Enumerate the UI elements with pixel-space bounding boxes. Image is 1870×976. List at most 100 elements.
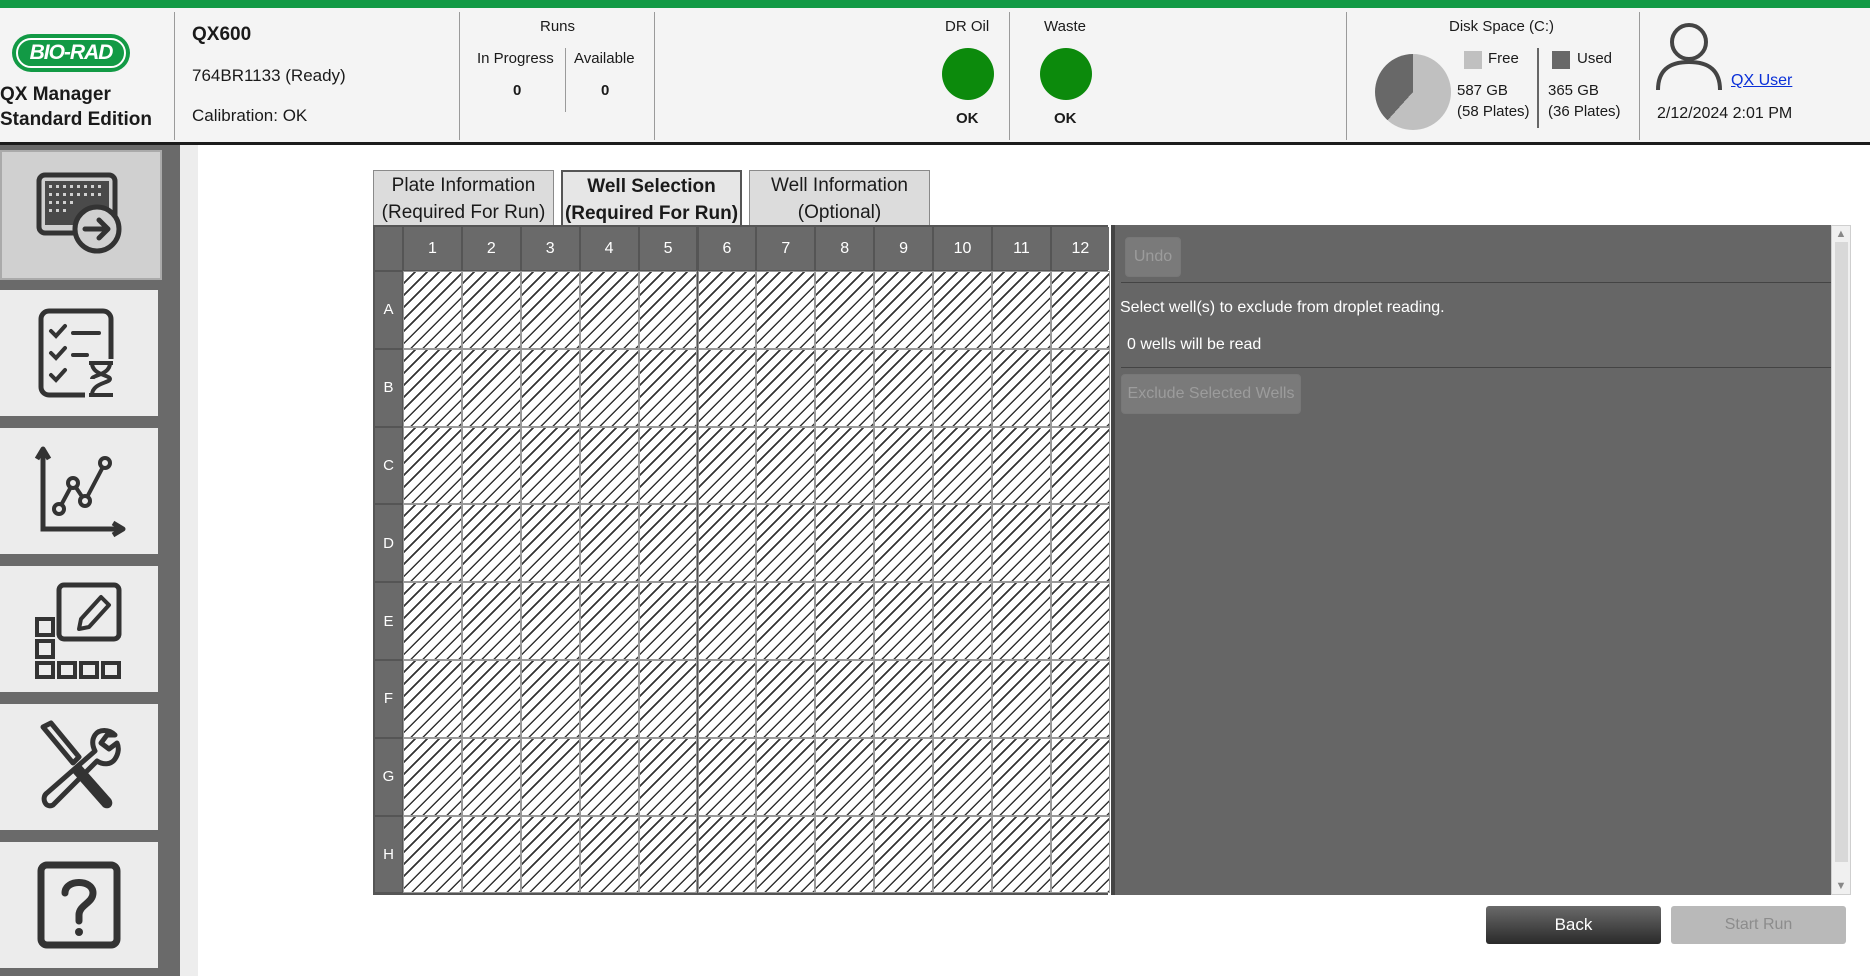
well[interactable] — [1050, 582, 1110, 660]
well[interactable] — [815, 271, 875, 349]
well[interactable] — [579, 348, 639, 427]
column-header[interactable]: 3 — [521, 227, 579, 270]
well[interactable] — [874, 660, 934, 738]
well[interactable] — [638, 582, 698, 660]
user-icon[interactable] — [1654, 20, 1724, 92]
well[interactable] — [815, 348, 875, 427]
well[interactable] — [579, 582, 639, 660]
well[interactable] — [697, 660, 757, 738]
well[interactable] — [520, 348, 580, 427]
well[interactable] — [461, 582, 521, 660]
column-header[interactable]: 6 — [698, 227, 756, 270]
well[interactable] — [933, 660, 992, 738]
well[interactable] — [815, 582, 875, 660]
back-button[interactable]: Back — [1486, 906, 1661, 944]
row-header[interactable]: G — [375, 738, 402, 815]
scroll-down-icon[interactable]: ▼ — [1832, 878, 1850, 894]
row-header[interactable]: A — [375, 272, 402, 348]
well[interactable] — [461, 271, 521, 349]
well[interactable] — [1050, 737, 1110, 816]
well[interactable] — [461, 737, 521, 816]
nav-tools-button[interactable] — [0, 704, 158, 830]
row-header[interactable]: B — [375, 349, 402, 426]
well[interactable] — [579, 815, 639, 894]
well[interactable] — [815, 660, 875, 738]
well[interactable] — [638, 426, 698, 505]
well[interactable] — [461, 348, 521, 427]
row-header[interactable]: D — [375, 505, 402, 582]
nav-analysis-button[interactable] — [0, 428, 158, 554]
user-link[interactable]: QX User — [1731, 72, 1792, 90]
well[interactable] — [933, 582, 992, 660]
well[interactable] — [638, 660, 698, 738]
well[interactable] — [520, 737, 580, 816]
well[interactable] — [756, 660, 816, 738]
well[interactable] — [461, 660, 521, 738]
well[interactable] — [520, 504, 580, 583]
well[interactable] — [403, 504, 462, 583]
well[interactable] — [403, 737, 462, 816]
well[interactable] — [815, 737, 875, 816]
well[interactable] — [520, 426, 580, 505]
tab-well-information[interactable]: Well Information (Optional) — [749, 170, 930, 225]
well[interactable] — [461, 504, 521, 583]
well[interactable] — [992, 737, 1051, 816]
well[interactable] — [874, 426, 934, 505]
well[interactable] — [933, 504, 992, 583]
well[interactable] — [638, 271, 698, 349]
well[interactable] — [756, 271, 816, 349]
undo-button[interactable]: Undo — [1125, 237, 1181, 277]
well[interactable] — [756, 737, 816, 816]
well[interactable] — [697, 271, 757, 349]
well[interactable] — [874, 504, 934, 583]
well[interactable] — [520, 660, 580, 738]
row-header[interactable]: E — [375, 583, 402, 659]
well[interactable] — [815, 426, 875, 505]
panel-scrollbar[interactable]: ▲ ▼ — [1831, 225, 1851, 895]
well[interactable] — [992, 660, 1051, 738]
well[interactable] — [520, 582, 580, 660]
row-header[interactable]: H — [375, 816, 402, 893]
row-header[interactable]: C — [375, 427, 402, 504]
well[interactable] — [992, 348, 1051, 427]
well[interactable] — [579, 426, 639, 505]
well[interactable] — [461, 815, 521, 894]
well[interactable] — [874, 348, 934, 427]
well[interactable] — [697, 504, 757, 583]
well[interactable] — [933, 271, 992, 349]
well[interactable] — [638, 815, 698, 894]
well[interactable] — [520, 815, 580, 894]
well[interactable] — [1050, 426, 1110, 505]
well[interactable] — [992, 504, 1051, 583]
well[interactable] — [1050, 271, 1110, 349]
well[interactable] — [579, 271, 639, 349]
well[interactable] — [815, 504, 875, 583]
well[interactable] — [579, 504, 639, 583]
column-header[interactable]: 4 — [580, 227, 638, 270]
start-run-button[interactable]: Start Run — [1671, 906, 1846, 944]
scroll-up-icon[interactable]: ▲ — [1832, 226, 1850, 242]
well[interactable] — [756, 348, 816, 427]
column-header[interactable]: 7 — [757, 227, 815, 270]
well[interactable] — [874, 737, 934, 816]
column-header[interactable]: 1 — [404, 227, 461, 270]
well[interactable] — [1050, 504, 1110, 583]
well[interactable] — [403, 426, 462, 505]
scroll-thumb[interactable] — [1835, 242, 1848, 862]
tab-well-selection[interactable]: Well Selection (Required For Run) — [561, 170, 742, 225]
well[interactable] — [756, 504, 816, 583]
nav-help-button[interactable] — [0, 842, 158, 968]
well[interactable] — [992, 426, 1051, 505]
well[interactable] — [992, 815, 1051, 894]
column-header[interactable]: 5 — [639, 227, 697, 270]
well[interactable] — [403, 815, 462, 894]
well[interactable] — [1050, 660, 1110, 738]
well[interactable] — [697, 348, 757, 427]
well[interactable] — [520, 271, 580, 349]
column-header[interactable]: 9 — [875, 227, 933, 270]
nav-run-button[interactable] — [0, 150, 162, 280]
well[interactable] — [933, 737, 992, 816]
well[interactable] — [403, 271, 462, 349]
well[interactable] — [933, 426, 992, 505]
well[interactable] — [992, 582, 1051, 660]
